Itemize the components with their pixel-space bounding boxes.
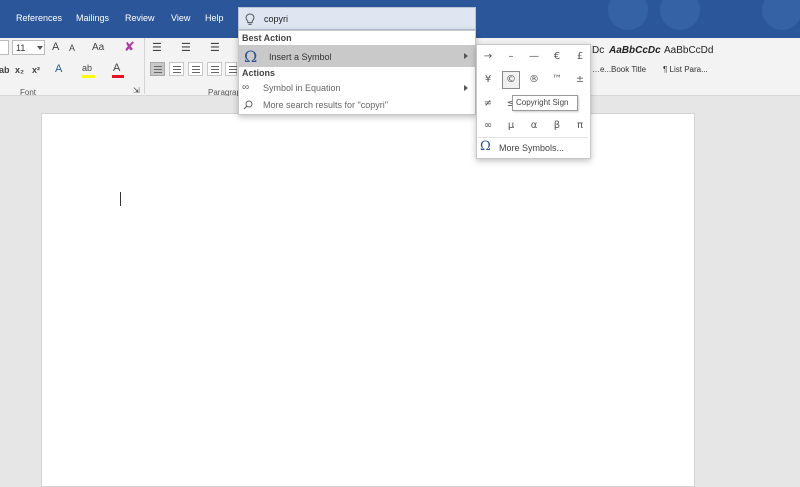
numbering-icon[interactable]: ☰ <box>181 41 191 54</box>
align-center-button[interactable] <box>169 62 184 76</box>
line-spacing-icon <box>229 66 237 73</box>
symbol-copyright[interactable]: © <box>502 71 520 89</box>
subscript-icon[interactable]: x₂ <box>15 65 24 75</box>
copyright-tooltip: Copyright Sign <box>512 95 578 111</box>
font-size-value: 11 <box>16 43 26 53</box>
clear-formatting-icon[interactable]: ✘ <box>124 39 135 55</box>
symbol-not-equal[interactable]: ≠ <box>479 95 497 113</box>
style-name-book-title: Book Title <box>611 65 647 74</box>
symbol-infinity[interactable]: ∞ <box>479 117 497 135</box>
background-shape <box>660 0 700 30</box>
best-action-header: Best Action <box>242 33 292 43</box>
align-left-icon <box>154 66 162 73</box>
tab-view[interactable]: View <box>171 13 190 23</box>
font-color-bar <box>112 75 124 78</box>
bullets-icon[interactable]: ☰ <box>152 41 162 54</box>
align-right-icon <box>192 66 200 73</box>
insert-symbol-item[interactable]: Ω Insert a Symbol <box>239 45 475 67</box>
symbol-en-dash[interactable]: – <box>502 48 520 66</box>
multilevel-list-icon[interactable]: ☰ <box>210 41 220 54</box>
symbol-in-equation-label: Symbol in Equation <box>263 83 341 93</box>
omega-icon: Ω <box>244 47 258 66</box>
tab-mailings[interactable]: Mailings <box>76 13 109 23</box>
omega-icon: Ω <box>480 139 491 154</box>
background-shape <box>608 0 648 30</box>
style-sample-book-title[interactable]: AaBbCcDc <box>609 45 661 56</box>
symbol-in-equation-item[interactable]: ∞ Symbol in Equation <box>239 80 475 96</box>
infinity-icon: ∞ <box>242 82 250 93</box>
group-divider <box>144 38 145 94</box>
symbol-pi[interactable]: π <box>571 117 589 135</box>
dialog-launcher-icon[interactable]: ⇲ <box>133 86 140 95</box>
justify-icon <box>211 66 219 73</box>
style-sample[interactable]: Dc <box>592 45 604 56</box>
align-left-button[interactable] <box>150 62 165 76</box>
search-results-dropdown: Best Action Ω Insert a Symbol Actions ∞ … <box>238 30 476 115</box>
style-name-list-paragraph: ¶ List Para... <box>663 65 708 74</box>
grow-font-icon[interactable]: A <box>52 41 59 53</box>
document-page[interactable] <box>41 113 695 487</box>
tab-review[interactable]: Review <box>125 13 155 23</box>
more-search-results-label: More search results for "copyri" <box>263 100 388 110</box>
symbol-beta[interactable]: β <box>548 117 566 135</box>
chevron-right-icon <box>464 53 468 59</box>
justify-button[interactable] <box>207 62 222 76</box>
style-sample-list-paragraph[interactable]: AaBbCcDd <box>664 45 713 56</box>
change-case-icon[interactable]: Aa <box>92 42 104 53</box>
more-symbols-item[interactable]: Ω More Symbols... <box>477 138 590 158</box>
superscript-icon[interactable]: x² <box>32 65 40 75</box>
more-symbols-label: More Symbols... <box>499 143 565 153</box>
more-search-results-item[interactable]: More search results for "copyri" <box>239 97 475 113</box>
symbol-right-arrow[interactable]: → <box>479 48 497 66</box>
symbol-em-dash[interactable]: — <box>525 48 543 66</box>
shrink-font-icon[interactable]: A <box>69 43 75 53</box>
symbol-micro[interactable]: µ <box>502 117 520 135</box>
symbol-euro[interactable]: € <box>548 48 566 66</box>
actions-header: Actions <box>242 68 276 78</box>
font-color-icon[interactable]: A <box>113 62 120 74</box>
lightbulb-icon <box>245 13 255 25</box>
chevron-down-icon <box>37 46 43 50</box>
symbol-alpha[interactable]: α <box>525 117 543 135</box>
symbol-pound[interactable]: £ <box>571 48 589 66</box>
tell-me-search-box[interactable]: copyri <box>238 7 476 30</box>
highlight-color-bar <box>82 75 95 78</box>
background-shape <box>762 0 800 30</box>
highlight-icon[interactable]: ab <box>82 63 92 73</box>
strikethrough-icon[interactable]: ab <box>0 65 10 75</box>
font-size-box[interactable]: 11 <box>12 40 45 55</box>
font-name-box[interactable] <box>0 40 9 55</box>
style-name: …e... <box>592 65 612 74</box>
symbol-trademark[interactable]: ™ <box>548 71 566 89</box>
text-cursor <box>120 192 121 206</box>
text-effects-icon[interactable]: A <box>55 63 62 75</box>
search-icon <box>243 100 253 110</box>
align-center-icon <box>173 66 181 73</box>
chevron-right-icon <box>464 85 468 91</box>
symbol-registered[interactable]: ® <box>525 71 543 89</box>
line-spacing-button[interactable] <box>225 62 237 76</box>
symbol-yen[interactable]: ¥ <box>479 71 497 89</box>
tab-help[interactable]: Help <box>205 13 224 23</box>
tab-references[interactable]: References <box>16 13 62 23</box>
search-input[interactable]: copyri <box>264 14 288 24</box>
symbol-plus-minus[interactable]: ± <box>571 71 589 89</box>
align-right-button[interactable] <box>188 62 203 76</box>
insert-symbol-label: Insert a Symbol <box>269 52 332 62</box>
